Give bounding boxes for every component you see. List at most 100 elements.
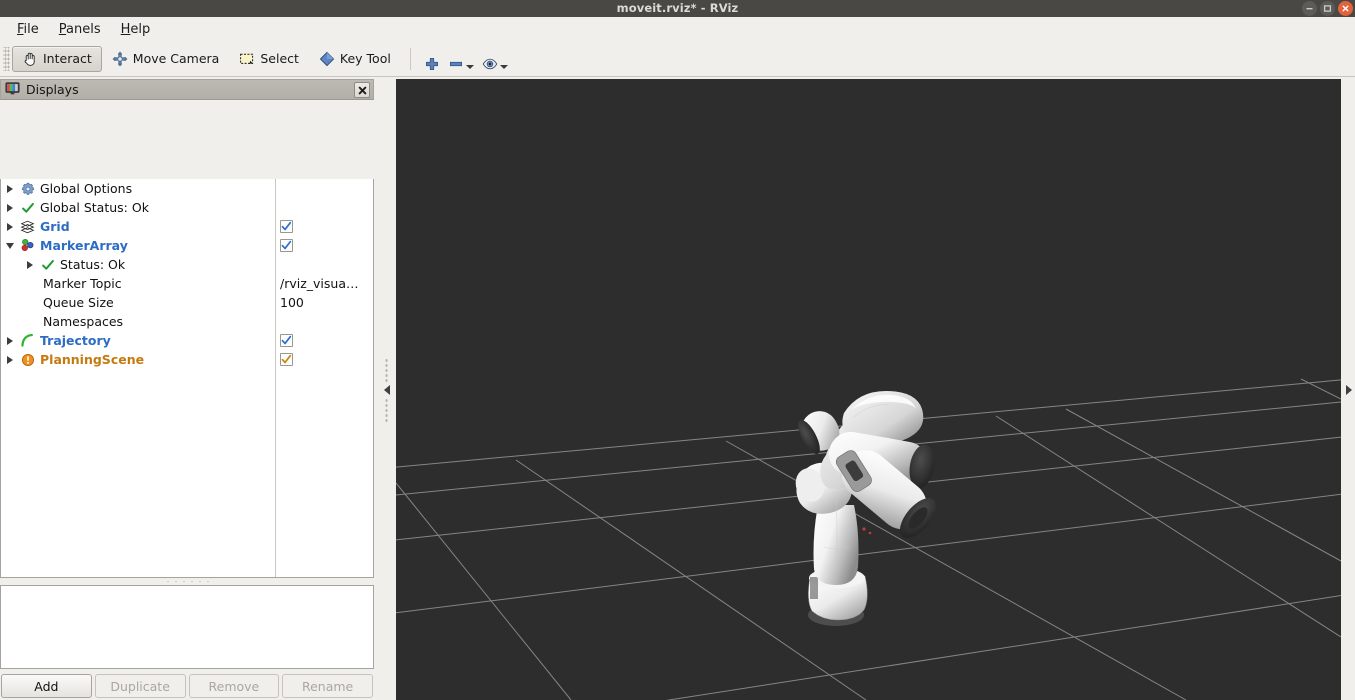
menu-help-label: elp — [130, 21, 151, 37]
tree-label: Global Status: Ok — [40, 200, 149, 215]
tree-label: Global Options — [40, 181, 133, 196]
menubar: File Panels Help — [0, 17, 1355, 41]
menu-panels[interactable]: Panels — [50, 19, 110, 40]
tree-row-markerarray[interactable]: MarkerArray — [1, 236, 275, 255]
expand-arrow-icon[interactable] — [21, 260, 38, 269]
displays-panel-title: Displays — [26, 82, 79, 97]
tree-row-markerarray-status[interactable]: Status: Ok — [1, 255, 275, 274]
minimize-button[interactable] — [1302, 1, 1317, 16]
expand-arrow-icon[interactable] — [1, 336, 18, 345]
maximize-button[interactable] — [1320, 1, 1335, 16]
display-help-panel[interactable] — [0, 585, 374, 669]
monitor-icon — [5, 81, 20, 99]
tree-row-grid[interactable]: Grid — [1, 217, 275, 236]
viewport-background — [396, 79, 1341, 700]
left-dock-collapse-handle[interactable] — [379, 79, 394, 700]
displays-tree-names: Global Options Global Status: Ok Grid Ma… — [1, 179, 276, 577]
displays-tree[interactable]: Global Options Global Status: Ok Grid Ma… — [0, 179, 374, 578]
add-button[interactable]: Add — [1, 674, 92, 698]
tree-label: Status: Ok — [60, 257, 126, 272]
grid-checkbox[interactable] — [280, 220, 293, 233]
tool-key-tool-label: Key Tool — [339, 51, 391, 66]
panel-splitter[interactable] — [0, 578, 374, 585]
add-tool-button[interactable] — [420, 46, 444, 72]
tree-row-trajectory[interactable]: Trajectory — [1, 331, 275, 350]
tree-value-grid-enabled[interactable] — [276, 217, 373, 236]
gear-icon — [18, 182, 37, 196]
right-dock-collapse-handle[interactable] — [1343, 79, 1355, 700]
expand-arrow-icon[interactable] — [1, 203, 18, 212]
marker-topic-value: /rviz_visua… — [280, 276, 359, 291]
tree-row-queue-size[interactable]: Queue Size — [1, 293, 275, 312]
window-controls — [1302, 1, 1353, 16]
planningscene-checkbox[interactable] — [280, 353, 293, 366]
tree-label: Grid — [40, 219, 70, 234]
trajectory-icon — [18, 333, 37, 348]
tree-value-trajectory-enabled[interactable] — [276, 331, 373, 350]
toolbar-grip[interactable] — [3, 46, 10, 71]
plus-icon — [424, 56, 440, 72]
tree-label: PlanningScene — [40, 352, 145, 367]
move-camera-icon — [112, 50, 128, 67]
eye-icon — [482, 56, 498, 72]
tree-label: Trajectory — [40, 333, 111, 348]
displays-panel-close-button[interactable] — [354, 82, 370, 98]
displays-panel-header: Displays — [0, 79, 374, 100]
expand-arrow-icon[interactable] — [1, 184, 18, 193]
tree-row-planningscene[interactable]: PlanningScene — [1, 350, 275, 369]
trajectory-checkbox[interactable] — [280, 334, 293, 347]
collapse-arrow-icon[interactable] — [1, 242, 18, 249]
rviz-window: moveit.rviz* - RViz File Panels Help Int… — [0, 0, 1355, 700]
tree-value-planningscene-enabled[interactable] — [276, 350, 373, 369]
viewport-scene — [396, 79, 1341, 700]
window-titlebar: moveit.rviz* - RViz — [0, 0, 1355, 17]
check-icon — [18, 201, 37, 215]
tree-value-empty — [276, 179, 373, 198]
markerarray-icon — [18, 238, 37, 253]
tree-row-marker-topic[interactable]: Marker Topic — [1, 274, 275, 293]
grid-icon — [18, 219, 37, 234]
expand-arrow-icon[interactable] — [1, 355, 18, 364]
tool-select-label: Select — [260, 51, 299, 66]
tree-row-namespaces[interactable]: Namespaces — [1, 312, 275, 331]
tree-label: MarkerArray — [40, 238, 128, 253]
toolbar-separator — [409, 47, 411, 70]
chevron-down-icon[interactable] — [465, 64, 474, 69]
tool-move-camera-label: Move Camera — [132, 51, 220, 66]
3d-render-view[interactable] — [396, 79, 1341, 700]
duplicate-button[interactable]: Duplicate — [94, 674, 186, 698]
tool-interact-label: Interact — [43, 51, 92, 66]
planningscene-icon — [18, 353, 37, 367]
menu-file[interactable]: File — [8, 19, 48, 40]
rename-button[interactable]: Rename — [282, 674, 373, 698]
tree-value-marker-topic[interactable]: /rviz_visua… — [276, 274, 373, 293]
markerarray-checkbox[interactable] — [280, 239, 293, 252]
left-dock: Displays Global Options Global Status: O… — [0, 79, 377, 700]
menu-help[interactable]: Help — [112, 19, 160, 40]
views-visibility-button[interactable] — [478, 46, 512, 72]
handle-grip — [385, 357, 388, 382]
hand-cursor-icon — [22, 51, 38, 67]
main-toolbar: Interact Move Camera Select Key Tool — [0, 41, 1355, 77]
select-rectangle-icon — [239, 51, 255, 67]
displays-button-row: Add Duplicate Remove Rename — [0, 674, 374, 698]
tool-move-camera[interactable]: Move Camera — [102, 46, 230, 72]
close-button[interactable] — [1338, 1, 1353, 16]
chevron-left-icon — [383, 384, 390, 395]
remove-button[interactable]: Remove — [188, 674, 280, 698]
tree-row-global-options[interactable]: Global Options — [1, 179, 275, 198]
expand-arrow-icon[interactable] — [1, 222, 18, 231]
chevron-down-icon[interactable] — [499, 64, 508, 69]
tool-select[interactable]: Select — [229, 46, 309, 72]
minus-icon — [448, 56, 464, 72]
check-icon — [38, 258, 57, 272]
queue-size-value: 100 — [280, 295, 304, 310]
tool-interact[interactable]: Interact — [12, 45, 102, 72]
window-title: moveit.rviz* - RViz — [616, 1, 739, 15]
tree-value-queue-size[interactable]: 100 — [276, 293, 373, 312]
remove-tool-button[interactable] — [444, 46, 478, 72]
tree-row-global-status[interactable]: Global Status: Ok — [1, 198, 275, 217]
displays-tree-values: /rviz_visua… 100 — [276, 179, 373, 577]
tree-value-markerarray-enabled[interactable] — [276, 236, 373, 255]
tool-key-tool[interactable]: Key Tool — [309, 46, 401, 72]
